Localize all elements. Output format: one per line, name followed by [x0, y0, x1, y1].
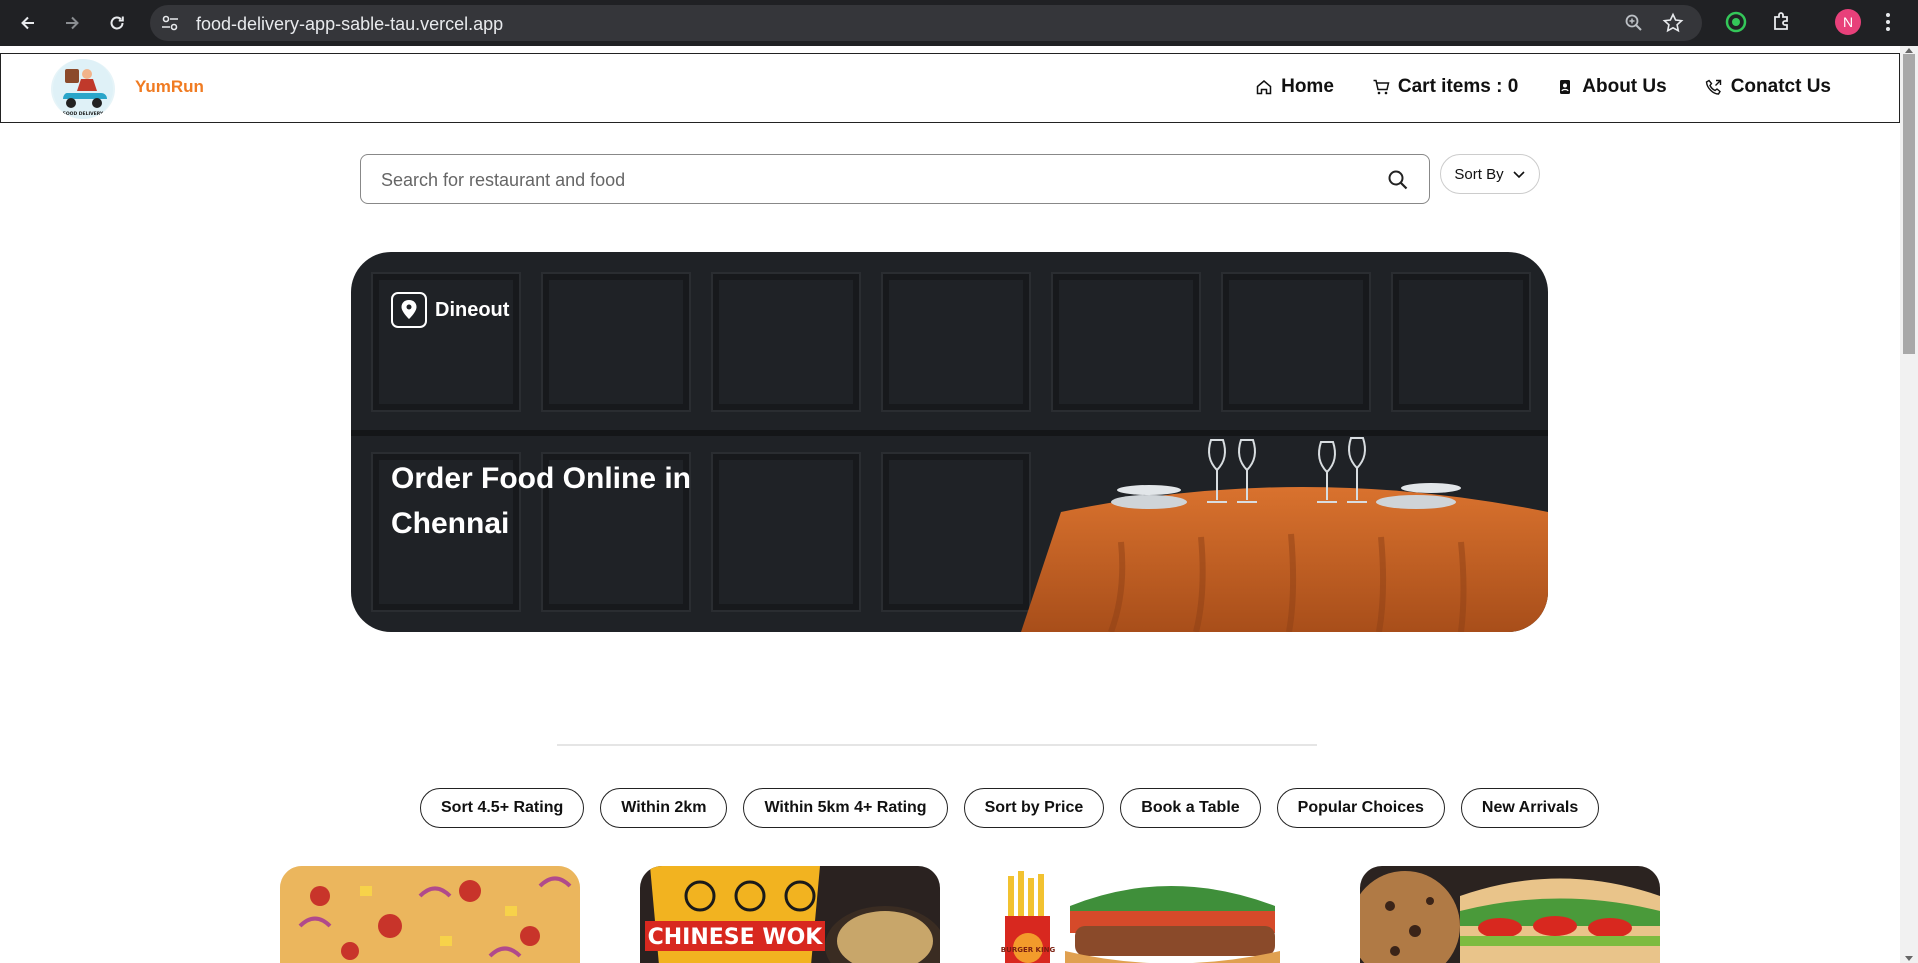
section-divider [557, 744, 1317, 746]
pizza-image [280, 866, 580, 963]
sort-by-dropdown[interactable]: Sort By [1440, 154, 1540, 194]
wall-panel [1051, 272, 1201, 412]
zoom-icon[interactable] [1624, 13, 1644, 38]
filter-book-table[interactable]: Book a Table [1120, 788, 1261, 828]
banner-title: Order Food Online in Chennai [391, 462, 691, 540]
restaurant-card[interactable] [1360, 866, 1660, 963]
page-scrollbar[interactable] [1900, 46, 1918, 963]
nav-about-label: About Us [1582, 76, 1667, 97]
reload-icon[interactable] [103, 9, 131, 37]
nav-contact-label: Conatct Us [1730, 76, 1831, 97]
bookmark-star-icon[interactable] [1662, 12, 1684, 39]
filter-sort-price[interactable]: Sort by Price [963, 788, 1105, 828]
dineout-logo-icon [391, 292, 427, 328]
nav-home-label: Home [1281, 76, 1334, 97]
wall-panel [541, 272, 691, 412]
brand-logo[interactable]: FOOD DELIVERY [51, 59, 115, 119]
restaurant-card[interactable]: BURGER KING [1000, 866, 1300, 963]
nav-contact[interactable]: Conatct Us [1705, 76, 1831, 98]
profile-avatar[interactable]: N [1835, 9, 1861, 35]
nav-home[interactable]: Home [1255, 76, 1334, 98]
brand-name[interactable]: YumRun [135, 77, 204, 97]
site-info-icon[interactable] [160, 13, 180, 33]
burger-king-text: BURGER KING [1001, 946, 1056, 954]
restaurant-card[interactable]: CHINESE WOK [640, 866, 940, 963]
filter-within-2km[interactable]: Within 2km [600, 788, 728, 828]
scroll-up-icon[interactable] [1905, 48, 1913, 53]
dining-table-image [1021, 437, 1548, 632]
filter-popular[interactable]: Popular Choices [1276, 788, 1445, 828]
address-bar[interactable]: food-delivery-app-sable-tau.vercel.app [150, 5, 1702, 41]
extensions-puzzle-icon[interactable] [1770, 10, 1794, 39]
wall-panel [1221, 272, 1371, 412]
browser-toolbar: food-delivery-app-sable-tau.vercel.app N [0, 0, 1918, 46]
burger-king-image: BURGER KING [1000, 866, 1300, 963]
main-nav: Home Cart items : 0 About Us Conatct Us [1255, 76, 1831, 98]
chevron-down-icon [1513, 171, 1525, 179]
phone-icon [1705, 79, 1721, 95]
wall-panel [1391, 272, 1531, 412]
back-icon[interactable] [14, 9, 42, 37]
nav-about[interactable]: About Us [1556, 76, 1667, 98]
badge-icon [1560, 80, 1571, 94]
filter-new-arrivals[interactable]: New Arrivals [1460, 788, 1600, 828]
page-viewport: FOOD DELIVERY YumRun Home Cart items : 0… [0, 46, 1900, 963]
search-box [360, 154, 1430, 204]
scrollbar-thumb[interactable] [1903, 54, 1915, 354]
browser-menu-icon[interactable] [1884, 10, 1892, 39]
chinese-wok-image: CHINESE WOK [640, 866, 940, 963]
url-text: food-delivery-app-sable-tau.vercel.app [196, 14, 504, 34]
search-input[interactable] [381, 167, 1361, 193]
wall-panel [711, 272, 861, 412]
logo-text: FOOD DELIVERY [63, 111, 104, 117]
dineout-label: Dineout [435, 298, 510, 321]
filter-chips: Sort 4.5+ Rating Within 2km Within 5km 4… [420, 788, 1600, 828]
forward-icon[interactable] [58, 9, 86, 37]
search-icon[interactable] [1387, 169, 1409, 196]
sort-by-label: Sort By [1454, 165, 1504, 183]
restaurant-card[interactable] [280, 866, 580, 963]
cart-icon [1373, 79, 1390, 95]
wall-panel [881, 272, 1031, 412]
dineout-brand: Dineout [391, 292, 509, 328]
chinese-wok-text: CHINESE WOK [648, 925, 824, 950]
filter-rating-4-5[interactable]: Sort 4.5+ Rating [420, 788, 585, 828]
hero-banner[interactable]: Dineout Order Food Online in Chennai [351, 252, 1548, 632]
scroll-down-icon[interactable] [1905, 956, 1913, 961]
wall-panel [711, 452, 861, 612]
site-header: FOOD DELIVERY YumRun Home Cart items : 0… [0, 53, 1900, 123]
cookie-sandwich-image [1360, 866, 1660, 963]
filter-within-5km-rating[interactable]: Within 5km 4+ Rating [743, 788, 948, 828]
nav-cart-label: Cart items : 0 [1397, 76, 1519, 97]
home-icon [1256, 80, 1272, 95]
extension-target-icon[interactable] [1724, 10, 1748, 39]
nav-cart[interactable]: Cart items : 0 [1372, 76, 1518, 98]
